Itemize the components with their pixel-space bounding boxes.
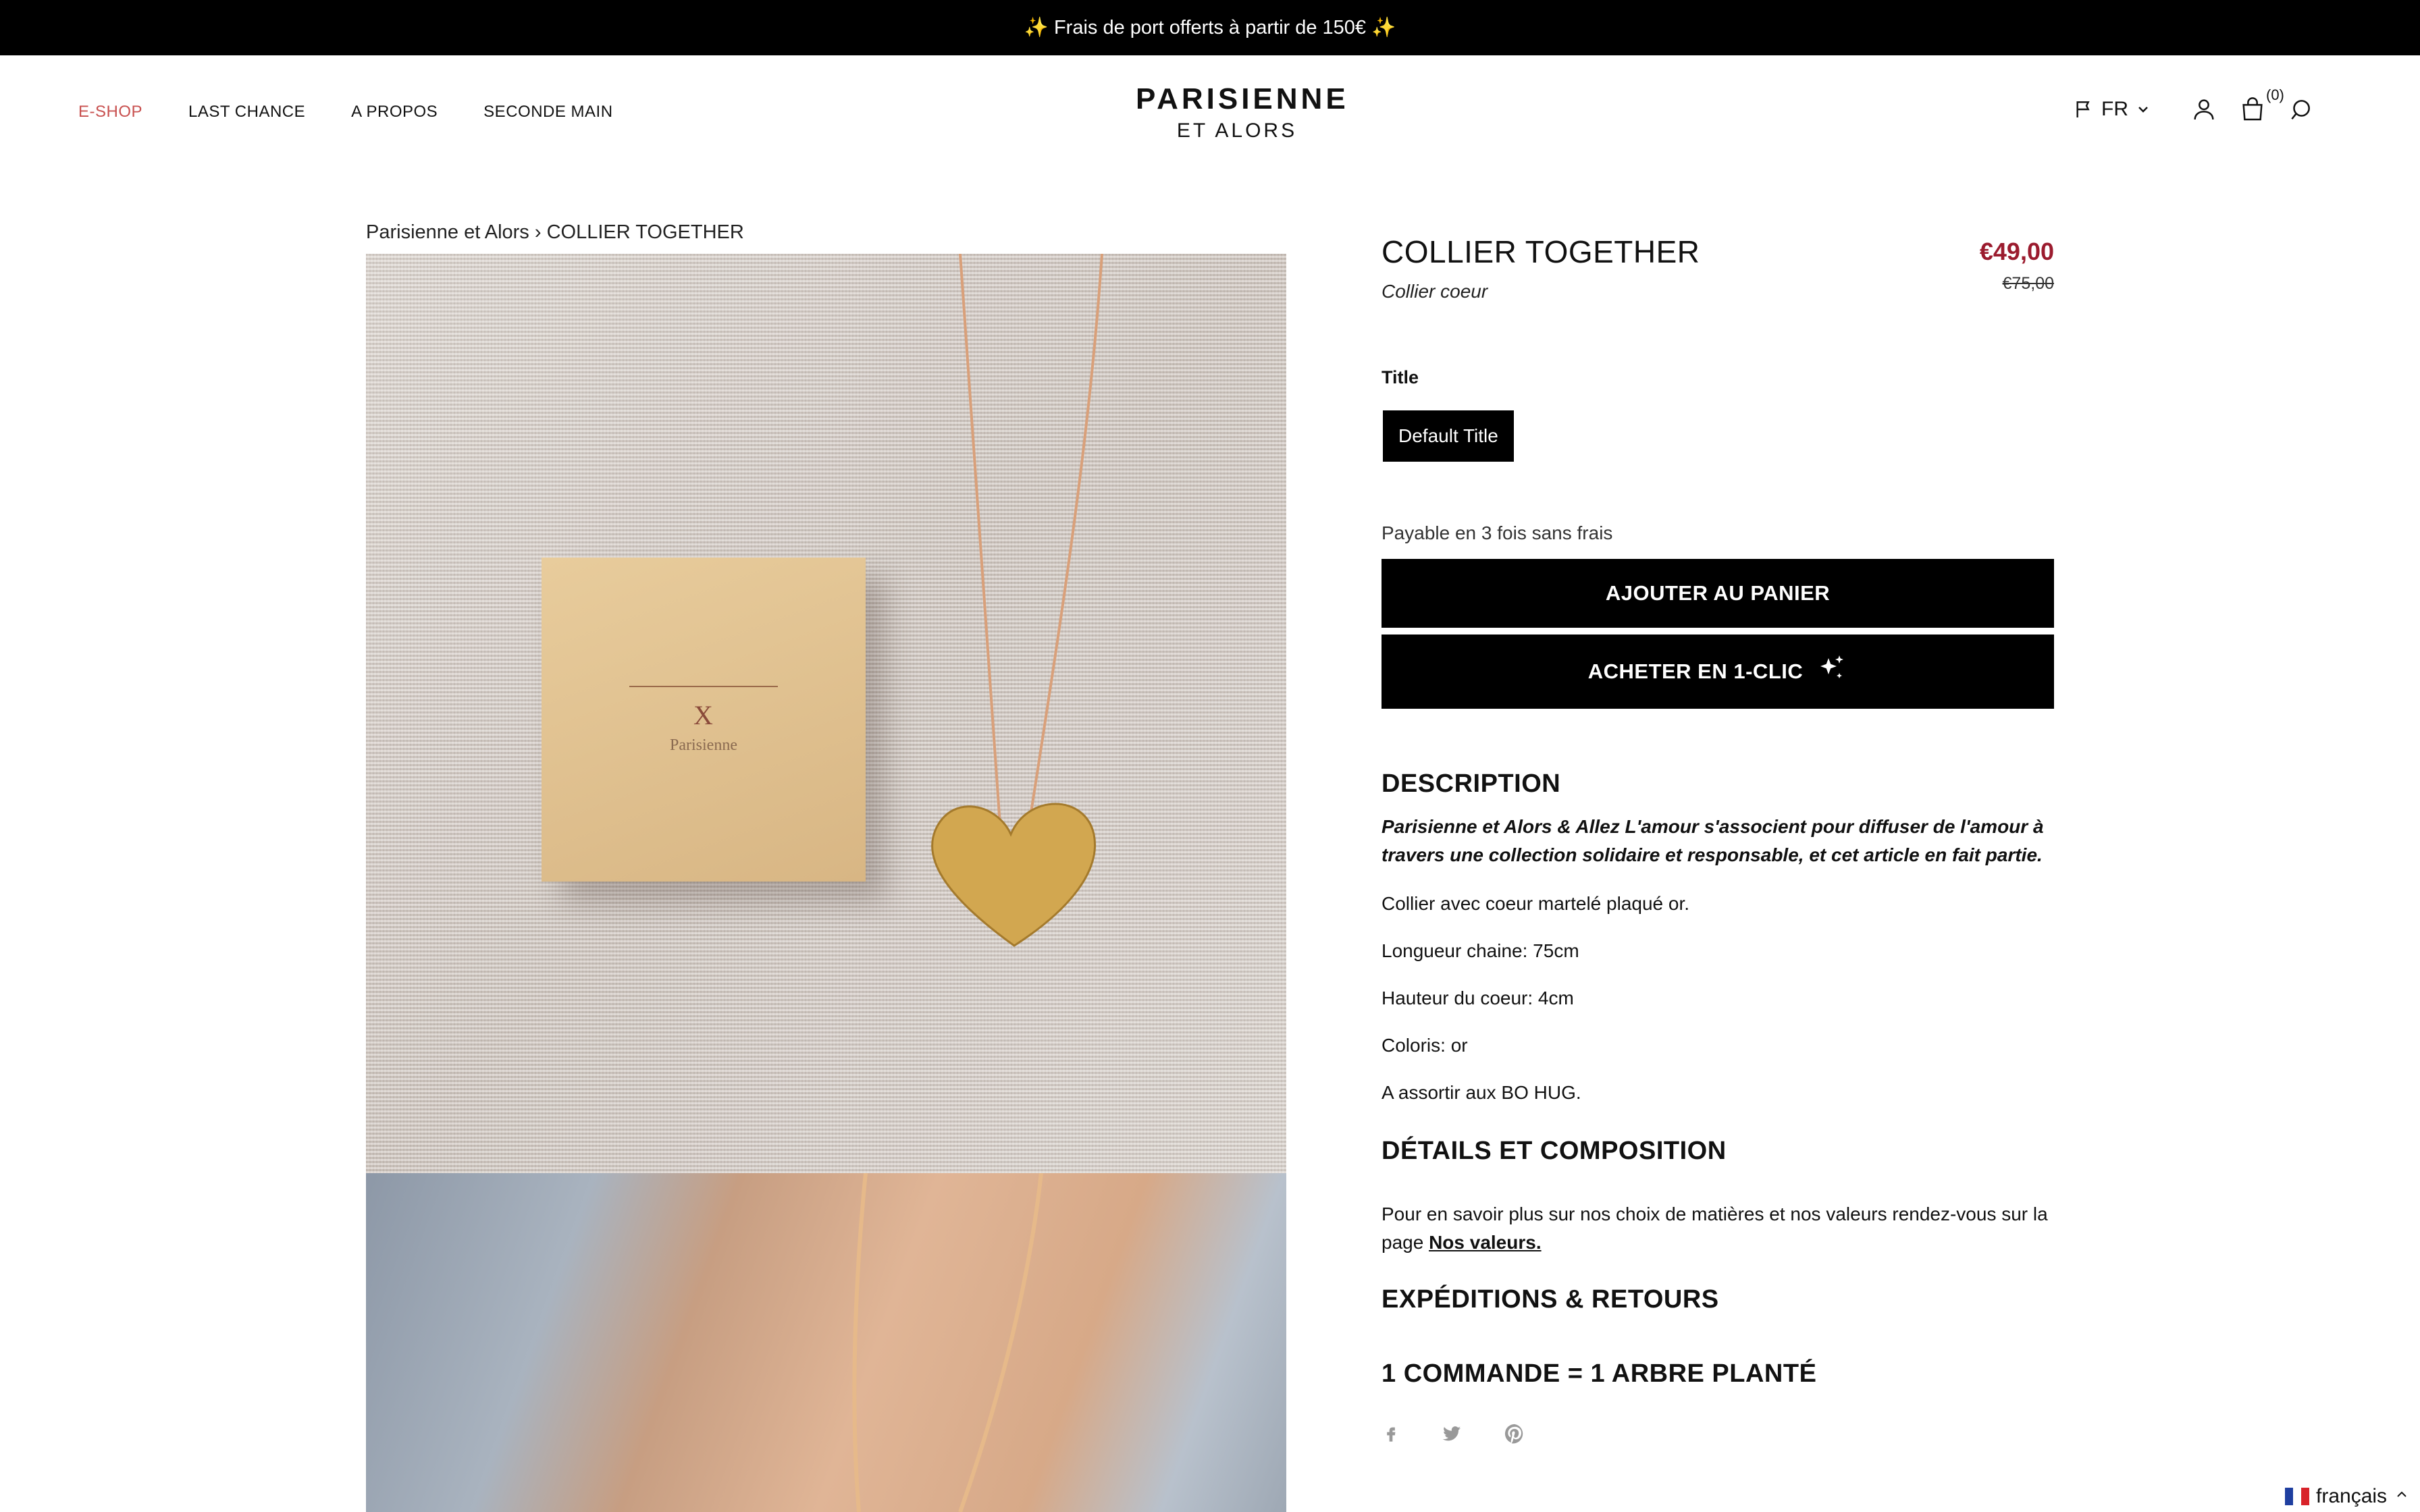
installments-text: Payable en 3 fois sans frais bbox=[1382, 522, 1613, 543]
breadcrumb-home[interactable]: Parisienne et Alors bbox=[366, 221, 529, 243]
announcement-bar: ✨ Frais de port offerts à partir de 150€… bbox=[0, 0, 2420, 55]
option-label: Title bbox=[1382, 367, 1419, 387]
product-compare-price: €75,00 bbox=[2002, 274, 2054, 293]
buy-now-button[interactable]: ACHETER EN 1-CLIC bbox=[1382, 634, 2054, 709]
product-subtitle: Collier coeur bbox=[1382, 281, 1488, 302]
language-switcher-label: français bbox=[2316, 1485, 2388, 1507]
sparkle-icon bbox=[1815, 653, 1847, 691]
chevron-down-icon bbox=[2135, 101, 2151, 117]
breadcrumb: Parisienne et Alors › COLLIER TOGETHER bbox=[366, 221, 744, 244]
product-price: €49,00 bbox=[1979, 238, 2054, 265]
worn-necklace-chain bbox=[852, 1173, 1043, 1512]
details-text: Pour en savoir plus sur nos choix de mat… bbox=[1382, 1200, 2054, 1257]
add-to-cart-button[interactable]: AJOUTER AU PANIER bbox=[1382, 559, 2054, 628]
nav-item-a-propos[interactable]: A PROPOS bbox=[351, 103, 438, 122]
description-intro: Parisienne et Alors & Allez L'amour s'as… bbox=[1382, 816, 2044, 865]
language-selector[interactable]: FR bbox=[2073, 98, 2151, 121]
chevron-up-icon bbox=[2394, 1485, 2410, 1508]
description-line-2: Longueur chaine: 75cm bbox=[1382, 940, 1579, 961]
facebook-icon[interactable] bbox=[1382, 1422, 1400, 1449]
breadcrumb-separator: › bbox=[534, 221, 542, 243]
description-line-5: A assortir aux BO HUG. bbox=[1382, 1082, 1581, 1103]
twitter-icon[interactable] bbox=[1440, 1423, 1464, 1448]
option-default-title[interactable]: Default Title bbox=[1383, 410, 1514, 462]
cart-icon[interactable]: (0) bbox=[2239, 86, 2284, 123]
description-heading: DESCRIPTION bbox=[1382, 770, 1561, 798]
details-heading[interactable]: DÉTAILS ET COMPOSITION bbox=[1382, 1137, 1727, 1166]
account-icon[interactable] bbox=[2190, 96, 2217, 123]
header-actions: FR (0) bbox=[2073, 86, 2335, 124]
product-title: COLLIER TOGETHER bbox=[1382, 234, 1700, 269]
description-line-4: Coloris: or bbox=[1382, 1035, 1468, 1056]
add-to-cart-label: AJOUTER AU PANIER bbox=[1605, 581, 1831, 605]
search-icon[interactable] bbox=[2288, 97, 2313, 122]
breadcrumb-current: COLLIER TOGETHER bbox=[546, 221, 744, 243]
product-image-box-necklace[interactable]: X Parisienne bbox=[366, 254, 1286, 1173]
nav-item-e-shop[interactable]: E-SHOP bbox=[78, 103, 142, 122]
pinterest-icon[interactable] bbox=[1503, 1422, 1526, 1449]
values-link[interactable]: Nos valeurs. bbox=[1429, 1232, 1542, 1253]
announcement-text: ✨ Frais de port offerts à partir de 150€… bbox=[1024, 17, 1396, 38]
language-switcher[interactable]: français bbox=[2285, 1485, 2410, 1508]
shipping-heading[interactable]: EXPÉDITIONS & RETOURS bbox=[1382, 1285, 1719, 1314]
nav-item-seconde-main[interactable]: SECONDE MAIN bbox=[483, 103, 612, 122]
french-flag-icon bbox=[2285, 1488, 2309, 1505]
necklace-chain bbox=[931, 254, 1103, 947]
product-image-worn[interactable] bbox=[366, 1173, 1286, 1512]
site-header: E-SHOP LAST CHANCE A PROPOS SECONDE MAIN… bbox=[0, 55, 2420, 170]
flag-icon bbox=[2073, 99, 2095, 120]
cart-count: (0) bbox=[2266, 86, 2284, 103]
heart-pendant bbox=[931, 803, 1096, 947]
logo-line-1: PARISIENNE bbox=[1136, 82, 1349, 115]
description-line-3: Hauteur du coeur: 4cm bbox=[1382, 988, 1574, 1008]
buy-now-label: ACHETER EN 1-CLIC bbox=[1587, 659, 1804, 683]
description-line-1: Collier avec coeur martelé plaqué or. bbox=[1382, 893, 1690, 914]
language-code: FR bbox=[2101, 98, 2128, 120]
site-logo[interactable]: PARISIENNE ET ALORS bbox=[1136, 82, 1349, 143]
share-links bbox=[1382, 1422, 1526, 1449]
tree-heading[interactable]: 1 COMMANDE = 1 ARBRE PLANTÉ bbox=[1382, 1359, 1816, 1388]
main-nav: E-SHOP LAST CHANCE A PROPOS SECONDE MAIN bbox=[78, 103, 613, 122]
nav-item-last-chance[interactable]: LAST CHANCE bbox=[188, 103, 305, 122]
logo-line-2: ET ALORS bbox=[1176, 119, 1298, 142]
